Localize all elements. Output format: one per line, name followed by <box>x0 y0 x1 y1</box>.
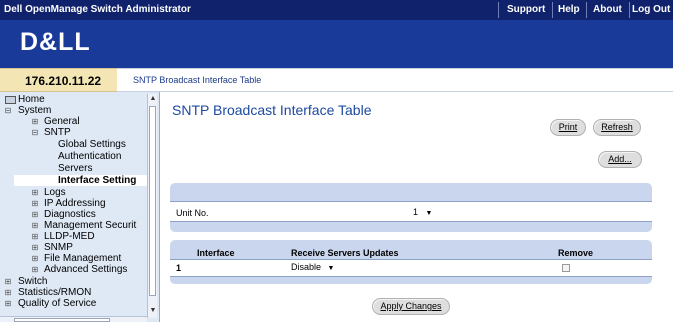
tree-item-general[interactable]: General <box>44 116 80 127</box>
refresh-button[interactable]: Refresh <box>593 119 641 136</box>
collapse-icon[interactable]: ⊟ <box>31 127 39 138</box>
menu-separator <box>498 2 499 18</box>
row-index: 1 <box>176 263 182 273</box>
unit-label: Unit No. <box>176 208 209 218</box>
tree-item-management-security[interactable]: Management Securit <box>44 220 136 231</box>
expand-icon[interactable]: ⊞ <box>31 187 39 198</box>
sidebar-horizontal-scrollbar[interactable] <box>0 316 147 322</box>
help-link[interactable]: Help <box>558 4 580 15</box>
remove-checkbox[interactable] <box>562 264 570 272</box>
dell-logo: D&LL <box>20 28 91 56</box>
expand-icon[interactable]: ⊞ <box>4 276 12 287</box>
expand-icon[interactable]: ⊞ <box>31 209 39 220</box>
tree-item-file-management[interactable]: File Management <box>44 253 121 264</box>
tree-item-global-settings[interactable]: Global Settings <box>58 139 126 150</box>
expand-icon[interactable]: ⊞ <box>4 287 12 298</box>
scroll-thumb[interactable] <box>149 106 156 296</box>
navigation-tree: Home ⊟ System ⊞ General ⊟ SNTP Global Se… <box>0 92 160 322</box>
menu-separator <box>586 2 587 18</box>
tree-item-logs[interactable]: Logs <box>44 187 66 198</box>
tree-item-interface-settings[interactable]: Interface Setting <box>14 175 147 186</box>
tree-item-snmp[interactable]: SNMP <box>44 242 73 253</box>
scroll-down-icon[interactable]: ▼ <box>148 306 158 316</box>
tree-item-servers[interactable]: Servers <box>58 163 92 174</box>
page-title: SNTP Broadcast Interface Table <box>172 102 372 118</box>
expand-icon[interactable]: ⊞ <box>31 242 39 253</box>
unit-value: 1 <box>413 207 419 217</box>
brand-banner: D&LL <box>0 20 673 68</box>
receive-updates-value: Disable <box>291 262 322 272</box>
unit-row: Unit No. 1 ▼ <box>170 201 652 222</box>
chevron-down-icon: ▼ <box>327 265 335 272</box>
interface-table-panel: Interface Receive Servers Updates Remove… <box>170 240 652 284</box>
expand-icon[interactable]: ⊞ <box>31 264 39 275</box>
apply-changes-button[interactable]: Apply Changes <box>372 298 450 315</box>
scroll-up-icon[interactable]: ▲ <box>148 94 158 104</box>
print-button[interactable]: Print <box>550 119 586 136</box>
expand-icon[interactable]: ⊞ <box>31 253 39 264</box>
column-header-receive-updates: Receive Servers Updates <box>291 248 399 258</box>
tree-item-lldp-med[interactable]: LLDP-MED <box>44 231 95 242</box>
expand-icon[interactable]: ⊞ <box>31 198 39 209</box>
about-link[interactable]: About <box>593 4 622 15</box>
tree-item-ip-addressing[interactable]: IP Addressing <box>44 198 106 209</box>
column-header-interface: Interface <box>197 248 235 258</box>
sidebar-vertical-scrollbar[interactable]: ▲ ▼ <box>147 94 157 318</box>
tree-item-statistics-rmon[interactable]: Statistics/RMON <box>18 287 91 298</box>
tree-item-home[interactable]: Home <box>18 94 45 105</box>
tree-item-diagnostics[interactable]: Diagnostics <box>44 209 96 220</box>
logout-link[interactable]: Log Out <box>632 4 670 15</box>
expand-icon[interactable]: ⊞ <box>31 231 39 242</box>
receive-updates-select[interactable]: Disable ▼ <box>291 262 343 272</box>
tree-item-system[interactable]: System <box>18 105 51 116</box>
scroll-thumb[interactable] <box>14 318 110 322</box>
add-button[interactable]: Add... <box>598 151 642 168</box>
tree-item-authentication[interactable]: Authentication <box>58 151 121 162</box>
menu-separator <box>629 2 630 18</box>
breadcrumb: SNTP Broadcast Interface Table <box>117 68 673 92</box>
top-menu-bar: Dell OpenManage Switch Administrator Sup… <box>0 0 673 20</box>
app-title: Dell OpenManage Switch Administrator <box>4 4 191 15</box>
menu-separator <box>552 2 553 18</box>
support-link[interactable]: Support <box>507 4 545 15</box>
switch-ip-address: 176.210.11.22 <box>0 68 117 92</box>
tree-item-switch[interactable]: Switch <box>18 276 47 287</box>
tree-item-advanced-settings[interactable]: Advanced Settings <box>44 264 127 275</box>
expand-icon[interactable]: ⊞ <box>31 220 39 231</box>
home-icon <box>5 96 16 104</box>
chevron-down-icon: ▼ <box>425 210 433 217</box>
tree-item-sntp[interactable]: SNTP <box>44 127 71 138</box>
unit-panel: Unit No. 1 ▼ <box>170 183 652 232</box>
collapse-icon[interactable]: ⊟ <box>4 105 12 116</box>
unit-select[interactable]: 1 ▼ <box>413 207 437 217</box>
expand-icon[interactable]: ⊞ <box>4 298 12 309</box>
column-header-remove: Remove <box>558 248 594 258</box>
expand-icon[interactable]: ⊞ <box>31 116 39 127</box>
table-row: 1 Disable ▼ <box>170 259 652 277</box>
tree-item-quality-of-service[interactable]: Quality of Service <box>18 298 96 309</box>
